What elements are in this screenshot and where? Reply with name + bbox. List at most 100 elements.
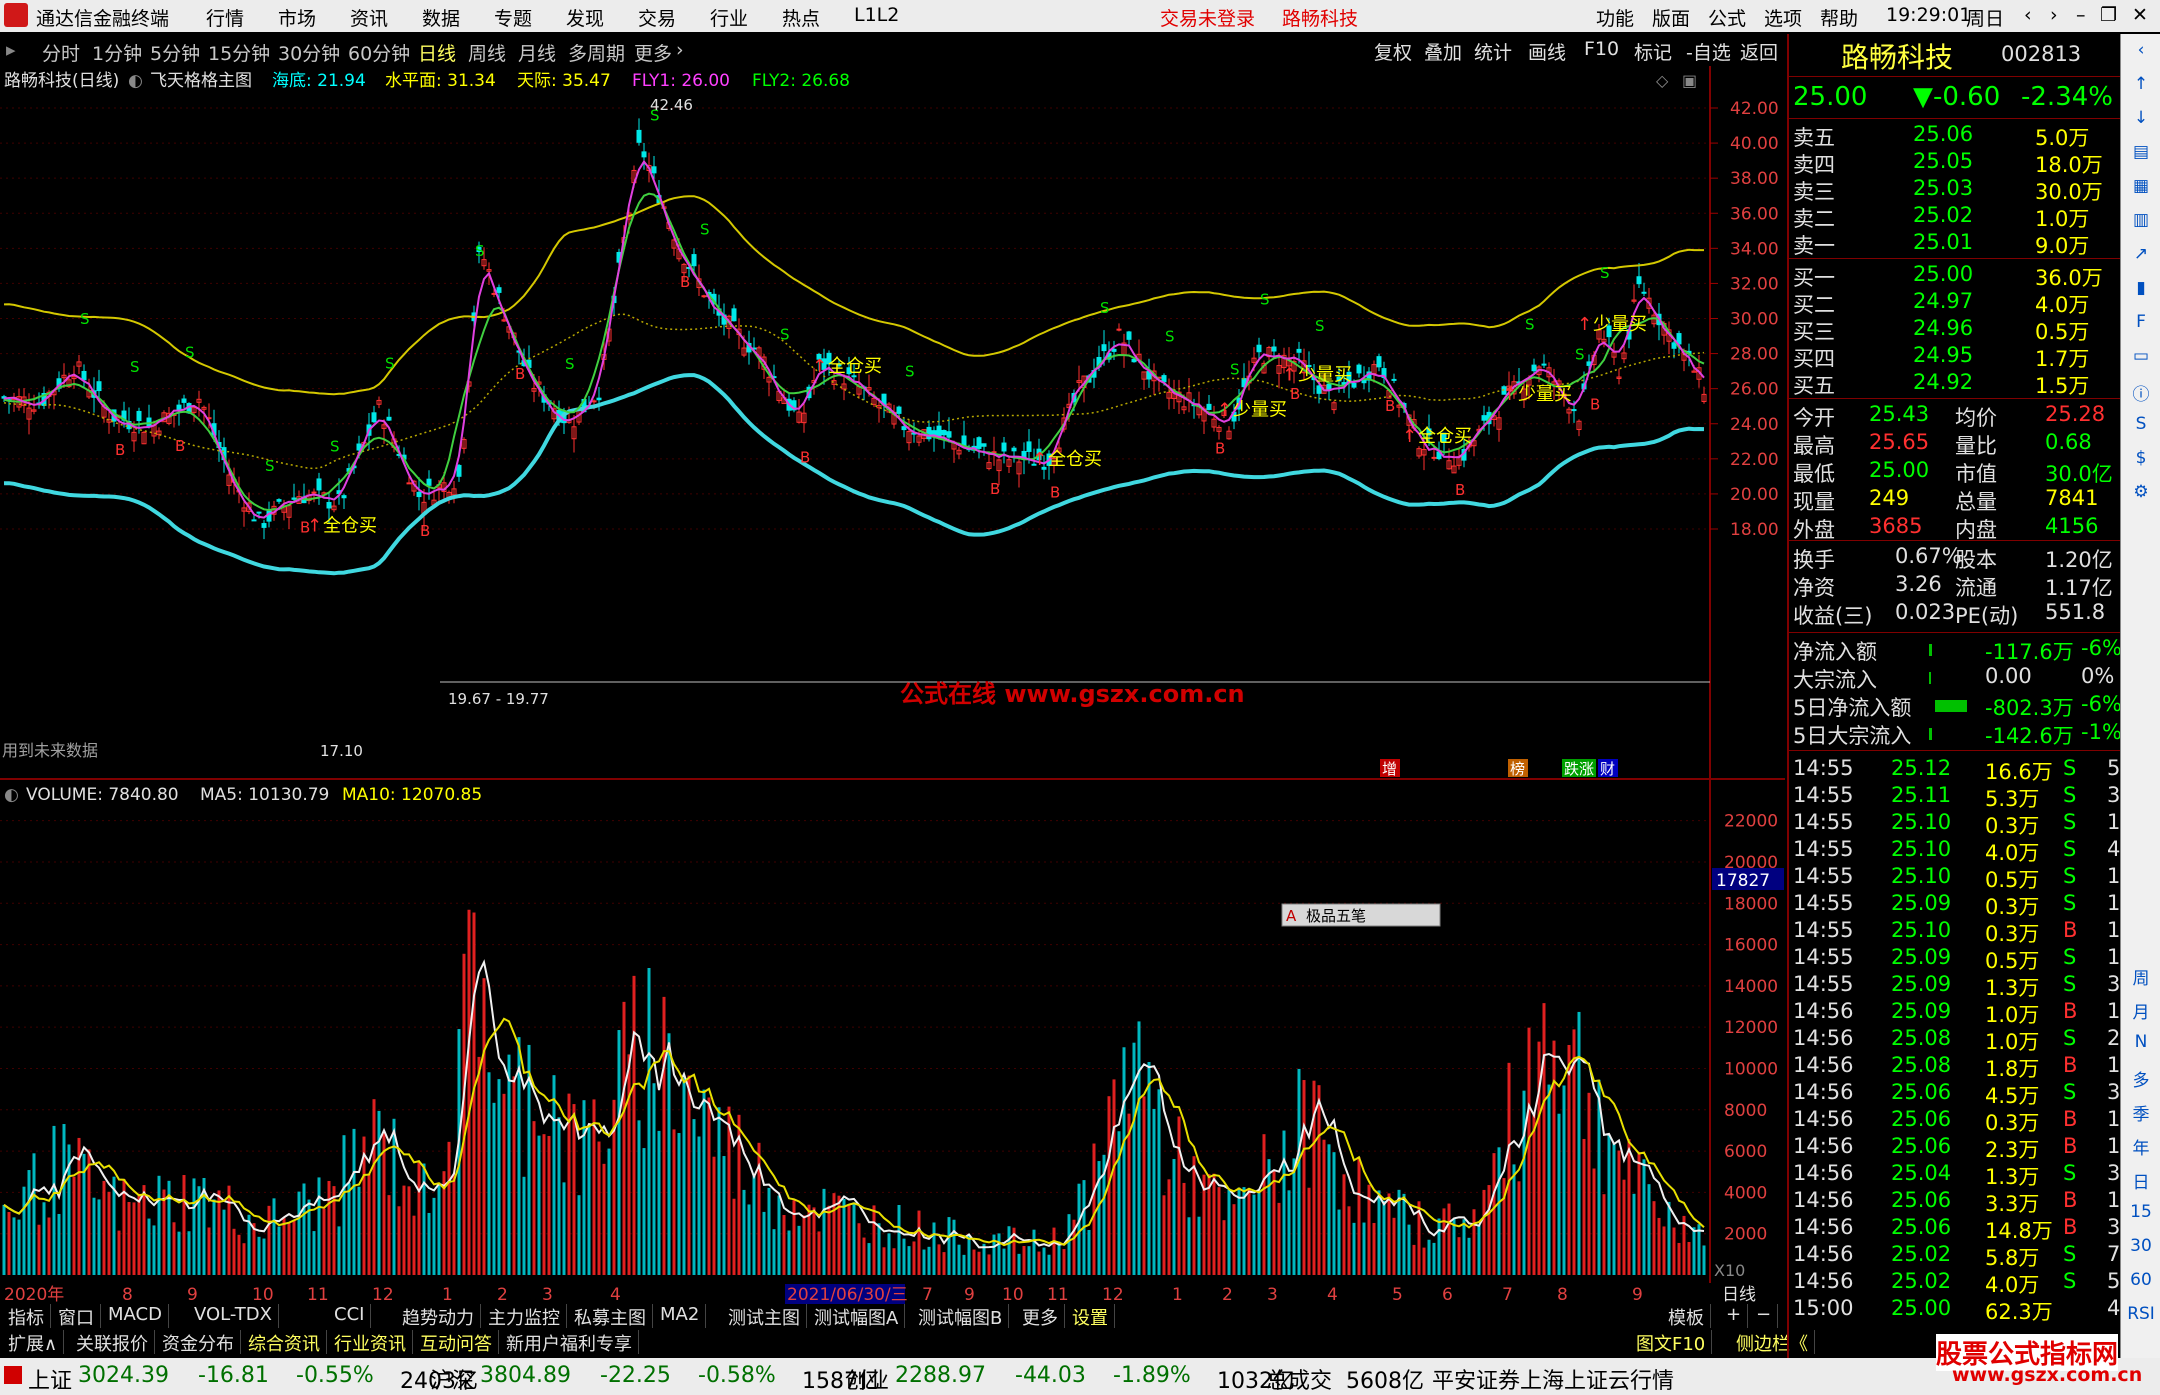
period-daily[interactable]: 日线 bbox=[418, 39, 456, 66]
info-tab-2[interactable]: 资金分布 bbox=[156, 1330, 241, 1355]
diamond-icon[interactable]: ◇ bbox=[1656, 71, 1669, 90]
line-icon[interactable]: ↗ bbox=[2125, 244, 2157, 272]
period-fenshi[interactable]: 分时 bbox=[42, 39, 80, 66]
volume-toggle-icon[interactable]: ◐ bbox=[4, 785, 19, 805]
period-60min[interactable]: 60分钟 bbox=[348, 39, 410, 66]
menu-gongshi[interactable]: 公式 bbox=[1708, 4, 1746, 31]
back-arrow-icon[interactable]: ‹ bbox=[2024, 4, 2032, 26]
close-icon[interactable]: ✕ bbox=[2132, 4, 2148, 26]
indicator-tab-6[interactable]: 主力监控 bbox=[482, 1304, 567, 1329]
menu-zhuanti[interactable]: 专题 bbox=[494, 4, 532, 31]
tool-tongji[interactable]: 统计 bbox=[1468, 38, 1518, 64]
settings-icon[interactable]: ⚙ bbox=[2125, 482, 2157, 510]
menu-shichang[interactable]: 市场 bbox=[278, 4, 316, 31]
info-icon[interactable]: ⓘ bbox=[2125, 380, 2157, 408]
info-tab-6[interactable]: 新用户福利专享 bbox=[500, 1330, 639, 1355]
zoom-out-icon[interactable]: − bbox=[1750, 1304, 1779, 1328]
grid-icon[interactable]: ▦ bbox=[2125, 176, 2157, 204]
indicator-tab-13[interactable]: 设置 bbox=[1066, 1304, 1115, 1329]
period-monthly[interactable]: 月线 bbox=[518, 39, 556, 66]
indicator-tab-0[interactable]: 指标 bbox=[2, 1304, 51, 1329]
period-weekly[interactable]: 周线 bbox=[468, 39, 506, 66]
indicator-name[interactable]: 飞天格格主图 bbox=[150, 71, 252, 91]
period-more[interactable]: 更多 bbox=[634, 39, 672, 66]
tool-fanhui[interactable]: 返回 bbox=[1734, 38, 1784, 64]
dollar-icon[interactable]: $ bbox=[2125, 448, 2157, 476]
menu-redian[interactable]: 热点 bbox=[782, 4, 820, 31]
collapse-icon[interactable]: ▸ bbox=[6, 39, 16, 61]
period-5min[interactable]: 5分钟 bbox=[150, 39, 200, 66]
forward-arrow-icon[interactable]: › bbox=[2050, 4, 2058, 26]
indicator-tab-12[interactable]: 更多 bbox=[1016, 1304, 1065, 1329]
menu-hangye[interactable]: 行业 bbox=[710, 4, 748, 31]
menu-bangzhu[interactable]: 帮助 bbox=[1820, 4, 1858, 31]
indicator-tab-3[interactable]: VOL-TDX bbox=[188, 1304, 279, 1328]
period-multi[interactable]: 多周期 bbox=[568, 39, 625, 66]
maximize-icon[interactable]: ❐ bbox=[2100, 4, 2117, 26]
indicator-tab-8[interactable]: MA2 bbox=[654, 1304, 707, 1328]
tool-huaxian[interactable]: 画线 bbox=[1522, 38, 1572, 64]
indicator-toggle-icon[interactable]: ◐ bbox=[128, 71, 143, 91]
info-tab-1[interactable]: 关联报价 bbox=[70, 1330, 155, 1355]
menu-shuju[interactable]: 数据 bbox=[422, 4, 460, 31]
side-period-10[interactable]: RSI bbox=[2125, 1304, 2157, 1332]
side-period-0[interactable]: 周 bbox=[2125, 964, 2157, 992]
side-period-5[interactable]: 年 bbox=[2125, 1134, 2157, 1162]
info-tab-5[interactable]: 互动问答 bbox=[414, 1330, 499, 1355]
template-button[interactable]: 模板 bbox=[1662, 1304, 1711, 1329]
menu-banmian[interactable]: 版面 bbox=[1652, 4, 1690, 31]
side-period-7[interactable]: 15 bbox=[2125, 1202, 2157, 1230]
bar-icon[interactable]: ▮ bbox=[2125, 278, 2157, 306]
menu-xuanxiang[interactable]: 选项 bbox=[1764, 4, 1802, 31]
kline-chart[interactable]: 42.00 40.00 38.00 36.00 34.00 32.00 30.00 28.00… bbox=[0, 66, 1785, 780]
side-period-4[interactable]: 季 bbox=[2125, 1100, 2157, 1128]
menu-faxian[interactable]: 发现 bbox=[566, 4, 604, 31]
menu-hangqing[interactable]: 行情 bbox=[206, 4, 244, 31]
period-30min[interactable]: 30分钟 bbox=[278, 39, 340, 66]
menu-l1l2[interactable]: L1L2 bbox=[854, 4, 899, 26]
info-tab-4[interactable]: 行业资讯 bbox=[328, 1330, 413, 1355]
side-period-8[interactable]: 30 bbox=[2125, 1236, 2157, 1264]
side-period-6[interactable]: 日 bbox=[2125, 1168, 2157, 1196]
candle-icon[interactable]: ▥ bbox=[2125, 210, 2157, 238]
up-icon[interactable]: ↑ bbox=[2125, 74, 2157, 102]
indicator-tab-2[interactable]: MACD bbox=[102, 1304, 169, 1328]
menu-gongneng[interactable]: 功能 bbox=[1596, 4, 1634, 31]
indicator-tab-1[interactable]: 窗口 bbox=[52, 1304, 101, 1329]
tool-zixuan[interactable]: -自选 bbox=[1680, 38, 1737, 64]
fs-icon[interactable]: S bbox=[2125, 414, 2157, 442]
tool-biaoji[interactable]: 标记 bbox=[1628, 38, 1678, 64]
minimize-icon[interactable]: – bbox=[2076, 4, 2086, 26]
indicator-tab-4[interactable]: CCI bbox=[328, 1304, 372, 1328]
menu-jiaoyi[interactable]: 交易 bbox=[638, 4, 676, 31]
indicator-tab-9[interactable]: 测试主图 bbox=[722, 1304, 807, 1329]
collapse-icon[interactable]: ‹ bbox=[2125, 40, 2157, 68]
tool-diejia[interactable]: 叠加 bbox=[1418, 38, 1468, 64]
tool-f10[interactable]: F10 bbox=[1578, 38, 1625, 62]
side-period-9[interactable]: 60 bbox=[2125, 1270, 2157, 1298]
indicator-tab-11[interactable]: 测试幅图B bbox=[912, 1304, 1010, 1329]
table-icon[interactable]: ▭ bbox=[2125, 346, 2157, 374]
side-period-1[interactable]: 月 bbox=[2125, 998, 2157, 1026]
period-15min[interactable]: 15分钟 bbox=[208, 39, 270, 66]
volume-bar bbox=[1487, 1185, 1491, 1275]
side-period-3[interactable]: 多 bbox=[2125, 1066, 2157, 1094]
zoom-in-icon[interactable]: + bbox=[1720, 1304, 1749, 1328]
period-1min[interactable]: 1分钟 bbox=[92, 39, 142, 66]
indicator-tab-5[interactable]: 趋势动力 bbox=[396, 1304, 481, 1329]
side-period-2[interactable]: N bbox=[2125, 1032, 2157, 1060]
f10-icon[interactable]: F bbox=[2125, 312, 2157, 340]
trade-login-status[interactable]: 交易未登录 bbox=[1160, 4, 1255, 31]
chart-icon[interactable]: ▤ bbox=[2125, 142, 2157, 170]
side-tab-0[interactable]: 图文F10 bbox=[1630, 1330, 1713, 1355]
info-tab-3[interactable]: 综合资讯 bbox=[242, 1330, 327, 1355]
info-tab-0[interactable]: 扩展∧ bbox=[2, 1330, 65, 1355]
chevron-right-icon[interactable]: › bbox=[676, 39, 684, 61]
down-icon[interactable]: ↓ bbox=[2125, 108, 2157, 136]
volume-chart[interactable]: 2200020000180001600014000120001000080006… bbox=[0, 780, 1785, 1283]
menu-zixun[interactable]: 资讯 bbox=[350, 4, 388, 31]
indicator-tab-10[interactable]: 测试幅图A bbox=[808, 1304, 906, 1329]
indicator-tab-7[interactable]: 私募主图 bbox=[568, 1304, 653, 1329]
pane-max-icon[interactable]: ▣ bbox=[1682, 71, 1697, 90]
tool-fuquan[interactable]: 复权 bbox=[1368, 38, 1418, 64]
